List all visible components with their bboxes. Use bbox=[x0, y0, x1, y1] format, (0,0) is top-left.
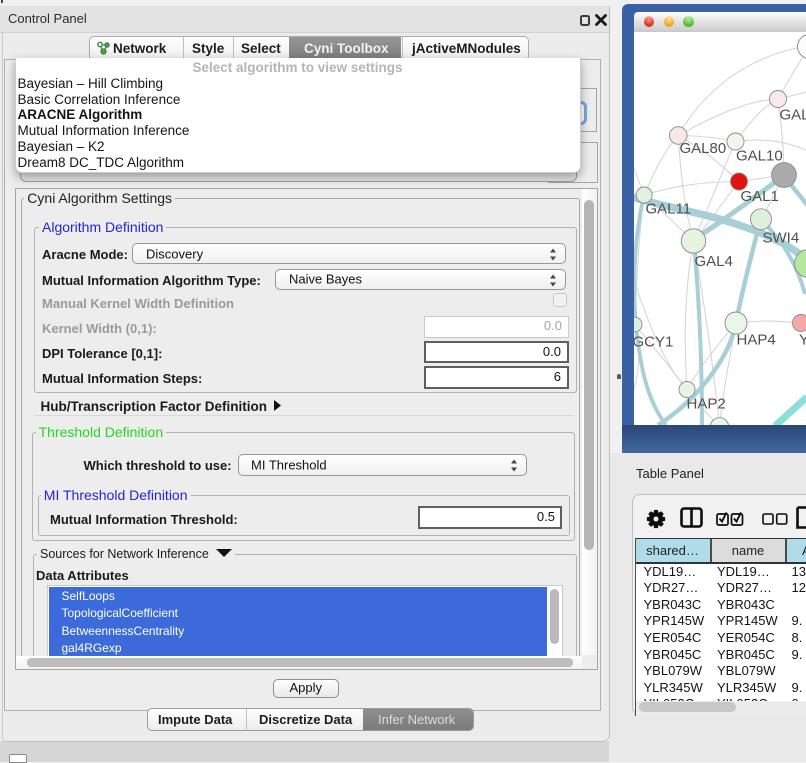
svg-text:GAL4: GAL4 bbox=[694, 253, 732, 270]
svg-text:GAL1: GAL1 bbox=[740, 188, 778, 205]
svg-text:GAL11: GAL11 bbox=[645, 200, 691, 217]
svg-text:HAP4: HAP4 bbox=[736, 331, 775, 348]
svg-text:Y: Y bbox=[799, 331, 806, 348]
svg-text:GAL80: GAL80 bbox=[679, 140, 726, 157]
svg-text:HAP2: HAP2 bbox=[686, 395, 725, 412]
svg-text:GAL10: GAL10 bbox=[736, 147, 783, 164]
svg-text:GAL: GAL bbox=[779, 106, 806, 123]
svg-text:GCY1: GCY1 bbox=[634, 333, 673, 350]
svg-text:SWI4: SWI4 bbox=[762, 229, 799, 246]
